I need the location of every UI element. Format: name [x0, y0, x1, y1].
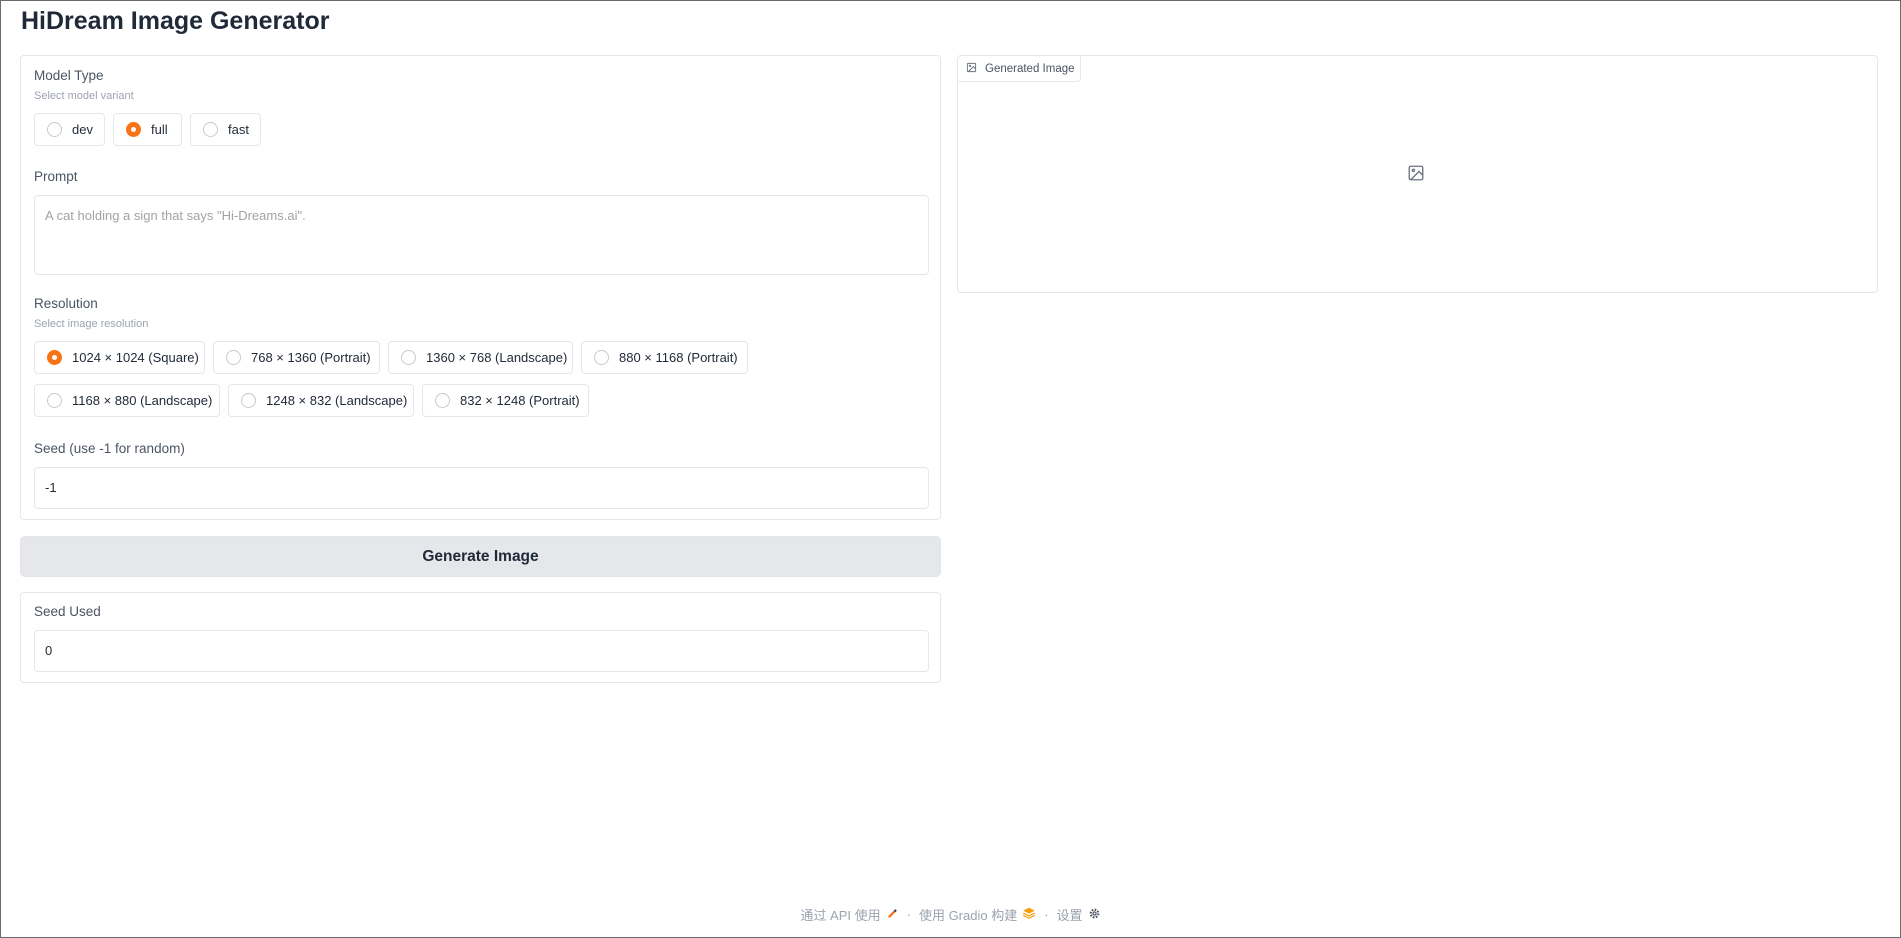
model-option-fast[interactable]: fast: [190, 113, 261, 146]
model-option-dev[interactable]: dev: [34, 113, 105, 146]
resolution-option-label: 768 × 1360 (Portrait): [251, 350, 371, 365]
resolution-sublabel: Select image resolution: [34, 318, 149, 330]
rocket-icon: [886, 907, 899, 923]
radio-768x1360[interactable]: [226, 350, 241, 365]
resolution-option-label: 880 × 1168 (Portrait): [619, 350, 738, 365]
resolution-option-label: 1360 × 768 (Landscape): [426, 350, 568, 365]
resolution-option-1360x768[interactable]: 1360 × 768 (Landscape): [388, 341, 573, 374]
model-type-sublabel: Select model variant: [34, 90, 134, 102]
resolution-option-832x1248[interactable]: 832 × 1248 (Portrait): [422, 384, 589, 417]
image-placeholder-icon: [1407, 164, 1425, 187]
resolution-option-label: 1024 × 1024 (Square): [72, 350, 199, 365]
gear-icon: [1088, 907, 1101, 923]
radio-full[interactable]: [126, 122, 141, 137]
radio-dev[interactable]: [47, 122, 62, 137]
radio-1024x1024[interactable]: [47, 350, 62, 365]
resolution-label: Resolution: [34, 296, 98, 311]
radio-1360x768[interactable]: [401, 350, 416, 365]
resolution-option-880x1168[interactable]: 880 × 1168 (Portrait): [581, 341, 748, 374]
input-panel: Model Type Select model variant dev full…: [20, 55, 941, 520]
model-option-full[interactable]: full: [113, 113, 182, 146]
radio-1168x880[interactable]: [47, 393, 62, 408]
resolution-option-1024x1024[interactable]: 1024 × 1024 (Square): [34, 341, 205, 374]
resolution-option-1248x832[interactable]: 1248 × 832 (Landscape): [228, 384, 414, 417]
seed-label: Seed (use -1 for random): [34, 441, 185, 456]
gradio-logo-icon: [1022, 907, 1036, 922]
generated-image-tab: Generated Image: [958, 56, 1081, 82]
api-link[interactable]: 通过 API 使用: [800, 905, 898, 924]
resolution-option-label: 1168 × 880 (Landscape): [72, 393, 213, 408]
seed-used-label: Seed Used: [34, 604, 101, 619]
seed-input[interactable]: -1: [34, 467, 929, 509]
model-option-label: full: [151, 122, 168, 137]
footer-separator: ·: [1044, 907, 1049, 922]
generated-image-label: Generated Image: [985, 62, 1075, 75]
image-icon: [966, 62, 977, 76]
seed-used-field[interactable]: 0: [34, 630, 929, 672]
prompt-input[interactable]: A cat holding a sign that says "Hi-Dream…: [34, 195, 929, 275]
gradio-link-label: 使用 Gradio 构建: [918, 908, 1018, 923]
output-panel: Generated Image: [957, 55, 1878, 293]
prompt-label: Prompt: [34, 169, 78, 184]
resolution-option-1168x880[interactable]: 1168 × 880 (Landscape): [34, 384, 220, 417]
page-title: HiDream Image Generator: [21, 7, 330, 35]
settings-link[interactable]: 设置: [1057, 905, 1101, 924]
footer: 通过 API 使用 · 使用 Gradio 构建 · 设置: [1, 905, 1900, 924]
resolution-option-768x1360[interactable]: 768 × 1360 (Portrait): [213, 341, 380, 374]
settings-link-label: 设置: [1056, 908, 1083, 923]
model-option-label: fast: [228, 122, 249, 137]
api-link-label: 通过 API 使用: [800, 908, 881, 923]
footer-separator: ·: [906, 907, 911, 922]
radio-1248x832[interactable]: [241, 393, 256, 408]
resolution-option-label: 1248 × 832 (Landscape): [266, 393, 408, 408]
seed-used-panel: Seed Used 0: [20, 592, 941, 683]
resolution-option-label: 832 × 1248 (Portrait): [460, 393, 580, 408]
generate-image-button[interactable]: Generate Image: [20, 536, 941, 577]
radio-fast[interactable]: [203, 122, 218, 137]
model-type-label: Model Type: [34, 68, 104, 83]
radio-880x1168[interactable]: [594, 350, 609, 365]
model-option-label: dev: [72, 122, 93, 137]
gradio-link[interactable]: 使用 Gradio 构建: [919, 905, 1036, 924]
radio-832x1248[interactable]: [435, 393, 450, 408]
